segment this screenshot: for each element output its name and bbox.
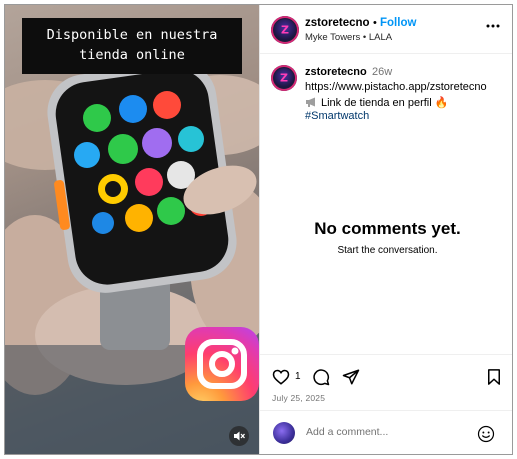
hashtag-link[interactable]: #Smartwatch (305, 110, 369, 122)
video-overlay-text: Disponible en nuestra tienda online (22, 18, 242, 74)
caption-avatar[interactable]: Z (271, 65, 297, 91)
megaphone-icon (306, 97, 315, 107)
speaker-muted-icon[interactable] (229, 426, 249, 446)
separator-dot: • (373, 17, 377, 29)
post-details-panel: Z zstoretecno • Follow Myke Towers • LAL… (259, 5, 512, 454)
instagram-logo-icon (185, 327, 259, 401)
send-icon[interactable] (342, 368, 360, 386)
caption-timestamp[interactable]: 26w (372, 66, 392, 78)
empty-comments-subtitle: Start the conversation. (337, 245, 438, 256)
caption-line-2-text: Link de tienda en perfil 🔥 (321, 97, 449, 109)
comment-icon[interactable] (312, 368, 330, 386)
overlay-line-2: tienda online (79, 47, 185, 63)
comment-input[interactable]: Add a comment... (306, 426, 388, 438)
post-header: Z zstoretecno • Follow Myke Towers • LAL… (260, 5, 512, 54)
comment-composer: Add a comment... (260, 410, 512, 454)
caption-link-text: https://www.pistacho.app/zstoretecno (305, 81, 487, 93)
post-modal: Disponible en nuestra tienda online Z zs… (4, 4, 513, 455)
post-video[interactable]: Disponible en nuestra tienda online (5, 5, 259, 454)
emoji-icon[interactable] (477, 425, 495, 443)
post-date: July 25, 2025 (272, 393, 326, 403)
audio-track-link[interactable]: Myke Towers • LALA (305, 32, 392, 43)
like-count[interactable]: 1 (295, 371, 301, 382)
current-user-avatar (273, 422, 295, 444)
author-avatar[interactable]: Z (271, 16, 299, 44)
heart-icon[interactable] (272, 368, 290, 386)
follow-button[interactable]: Follow (380, 17, 416, 29)
more-horizontal-icon[interactable] (486, 23, 500, 29)
bookmark-icon[interactable] (485, 368, 503, 386)
action-bar: 1 July 25, 2025 (260, 354, 512, 410)
author-username[interactable]: zstoretecno (305, 17, 370, 29)
caption-line-2: Link de tienda en perfil 🔥 (305, 96, 448, 109)
empty-comments-title: No comments yet. (314, 219, 461, 238)
caption-username[interactable]: zstoretecno (305, 66, 367, 78)
overlay-line-1: Disponible en nuestra (46, 27, 218, 43)
